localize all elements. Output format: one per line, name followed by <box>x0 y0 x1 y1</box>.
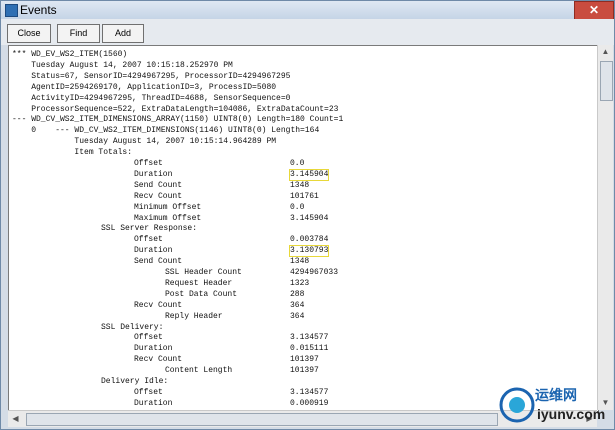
section-header: SSL Server Response: <box>101 224 198 234</box>
field-value: 101761 <box>290 191 319 201</box>
field-label: Duration <box>134 344 173 354</box>
section-header: SSL Delivery: <box>101 322 164 332</box>
field-value: 101397 <box>290 355 319 365</box>
field-label: Post Data Count <box>165 289 238 299</box>
field-label: Recv Count <box>134 191 183 201</box>
vertical-scroll-thumb[interactable] <box>600 61 613 101</box>
field-label: SSL Header Count <box>165 268 242 277</box>
field-label: Duration <box>134 246 173 256</box>
field-value: 0.015111 <box>290 344 329 354</box>
field-label: Offset <box>134 387 163 397</box>
field-value: 101397 <box>290 366 319 376</box>
field-value: 1348 <box>290 180 310 190</box>
log-line: Tuesday August 14, 2007 10:15:18.252970 … <box>12 60 233 70</box>
scroll-left-arrow-icon[interactable]: ◀ <box>8 411 23 427</box>
field-label: Recv Count <box>134 300 183 310</box>
field-label: Content Length <box>165 366 233 376</box>
log-line: AgentID=2594269170, ApplicationID=3, Pro… <box>12 82 277 92</box>
title-bar[interactable]: Events ✕ <box>1 1 614 20</box>
log-line: --- WD_CV_WS2_ITEM_DIMENSIONS_ARRAY(1150… <box>12 115 344 125</box>
field-value: 288 <box>290 289 305 299</box>
field-value: 0.000919 <box>290 398 329 408</box>
log-line: ActivityID=4294967295, ThreadID=4688, Se… <box>12 93 291 103</box>
field-value: 364 <box>290 311 305 321</box>
field-label: Request Header <box>165 278 233 288</box>
field-value: 3.134577 <box>290 387 329 397</box>
field-value: 0.0 <box>290 159 305 168</box>
field-value: 4294967033 <box>290 268 339 277</box>
close-button[interactable]: Close <box>7 24 51 43</box>
toolbar: Close Find Add Notes <box>1 19 614 55</box>
highlighted-field-value: 3.130793 <box>288 245 330 258</box>
field-label: Reply Header <box>165 311 223 321</box>
field-value: 3.134577 <box>290 333 329 343</box>
vertical-scrollbar[interactable]: ▲ ▼ <box>597 45 613 410</box>
log-line: Item Totals: <box>12 148 133 158</box>
field-label: Recv Count <box>134 355 183 365</box>
log-line: 0 --- WD_CV_WS2_ITEM_DIMENSIONS(1146) UI… <box>12 126 320 136</box>
field-label: Send Count <box>134 257 183 267</box>
log-line: Status=67, SensorID=4294967295, Processo… <box>12 71 291 81</box>
field-label: Duration <box>134 398 173 408</box>
watermark-logo-icon <box>499 387 535 423</box>
section-header: Delivery Idle: <box>101 377 169 386</box>
event-log-view[interactable]: *** WD_EV_WS2_ITEM(1560) Tuesday August … <box>8 45 599 412</box>
field-label: Offset <box>134 333 163 343</box>
horizontal-scroll-thumb[interactable] <box>26 413 498 426</box>
log-line: ProcessorSequence=522, ExtraDataLength=1… <box>12 104 339 114</box>
field-value: 364 <box>290 300 305 310</box>
app-icon <box>5 4 18 17</box>
field-label: Offset <box>134 159 163 168</box>
scroll-up-arrow-icon[interactable]: ▲ <box>598 45 613 59</box>
field-label: Duration <box>134 169 173 179</box>
highlighted-field-value: 3.145904 <box>288 168 330 181</box>
find-button[interactable]: Find <box>57 24 100 43</box>
window-title: Events <box>20 3 57 17</box>
field-value: 0.003784 <box>290 235 329 245</box>
log-line: Tuesday August 14, 2007 10:15:14.964289 … <box>12 137 277 147</box>
field-label: Send Count <box>134 180 183 190</box>
field-label: Offset <box>134 235 163 245</box>
watermark-text-url: iyunv.com <box>537 406 606 422</box>
field-label: Minimum Offset <box>134 202 202 212</box>
site-watermark: 运维网 iyunv.com <box>497 381 615 430</box>
field-value: 1348 <box>290 257 310 267</box>
watermark-text-cn: 运维网 <box>535 387 577 403</box>
field-value: 0.0 <box>290 202 305 212</box>
field-value: 3.145904 <box>290 213 329 223</box>
field-value: 1323 <box>290 278 310 288</box>
field-label: Maximum Offset <box>134 213 202 223</box>
log-line: *** WD_EV_WS2_ITEM(1560) <box>12 50 128 59</box>
add-notes-button[interactable]: Add Notes <box>102 24 144 55</box>
close-window-button[interactable]: ✕ <box>574 1 614 20</box>
